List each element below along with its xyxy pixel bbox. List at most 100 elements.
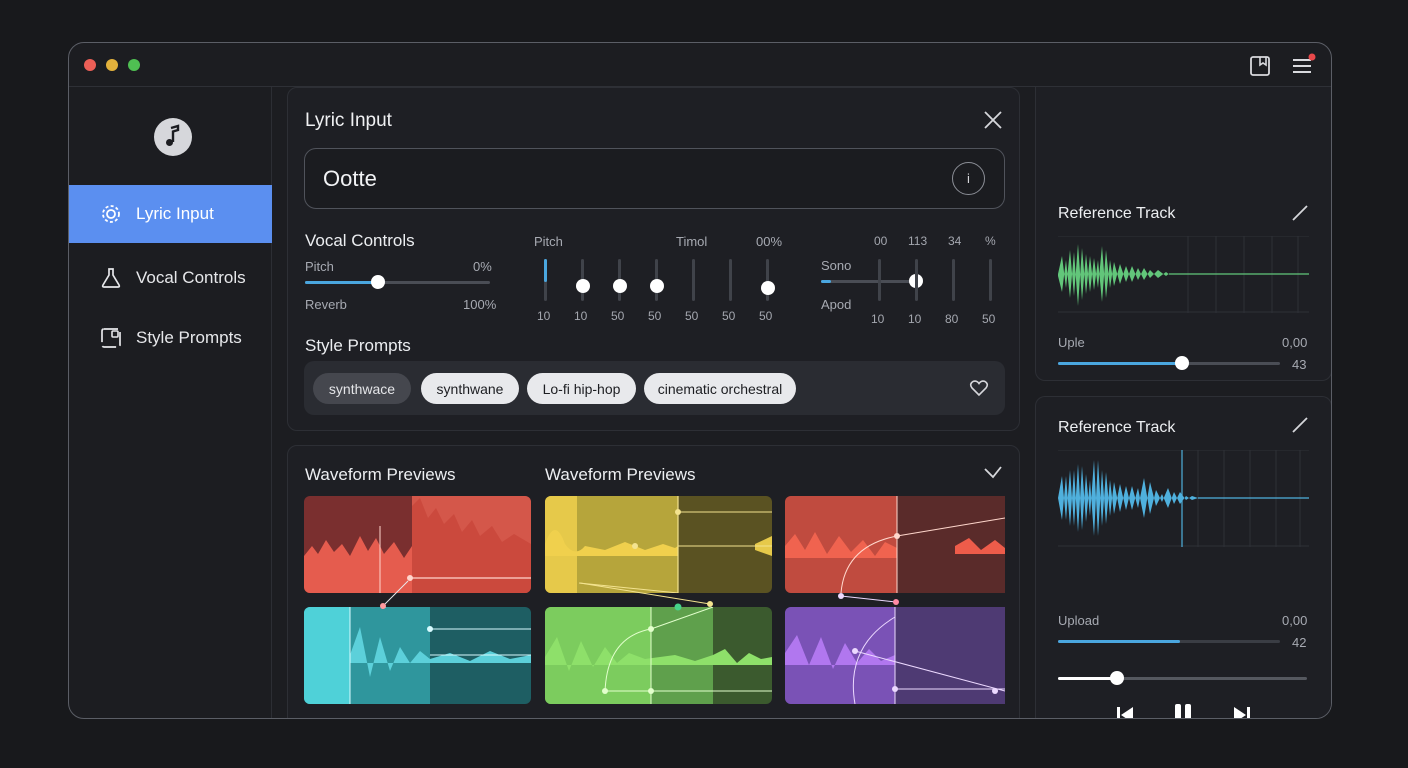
style-tag[interactable]: cinematic orchestral bbox=[644, 373, 796, 404]
mixer-value: 00% bbox=[756, 234, 783, 249]
previous-track-icon[interactable] bbox=[1114, 704, 1136, 719]
reference-waveform-green bbox=[1058, 236, 1309, 313]
sono-fader-value: 50 bbox=[982, 312, 996, 326]
waveform-title-left: Waveform Previews bbox=[305, 465, 456, 484]
lyric-input-field[interactable] bbox=[323, 163, 923, 195]
sidebar-item-style-prompts[interactable]: Style Prompts bbox=[69, 309, 272, 367]
sono-fader-value: 10 bbox=[871, 312, 885, 326]
sono-header-1: 00 bbox=[874, 234, 888, 248]
heart-icon[interactable] bbox=[969, 378, 989, 398]
mixer-fader[interactable] bbox=[729, 259, 732, 301]
pause-icon[interactable] bbox=[1171, 702, 1195, 719]
sidebar: Lyric Input Vocal Controls Style Prompts bbox=[69, 87, 272, 718]
layout-icon bbox=[101, 328, 121, 348]
upload-slider-label: Upload bbox=[1058, 613, 1100, 628]
gear-icon bbox=[102, 205, 120, 223]
notes-icon[interactable] bbox=[1247, 53, 1273, 79]
mixer-fader-value: 50 bbox=[722, 309, 736, 323]
sidebar-item-label: Style Prompts bbox=[136, 328, 242, 347]
mixer-timbre-label: Timol bbox=[676, 234, 708, 249]
close-window-button[interactable] bbox=[84, 59, 96, 71]
info-glyph: i bbox=[967, 171, 970, 186]
lyric-panel: Lyric Input i Vocal Controls Pitch 0% Re… bbox=[287, 87, 1020, 431]
mixer-fader[interactable] bbox=[692, 259, 695, 301]
reverb-value: 100% bbox=[463, 297, 497, 312]
waveform-panel: Waveform Previews Waveform Previews bbox=[287, 445, 1020, 718]
reference-track-panel-2: Reference Track Upload 0,00 42 bbox=[1035, 396, 1331, 719]
mixer-fader-knob[interactable] bbox=[575, 279, 590, 293]
style-tag[interactable]: Lo-fi hip-hop bbox=[527, 373, 636, 404]
reference-slider-label: Uple bbox=[1058, 335, 1085, 350]
mixer-fader[interactable] bbox=[544, 259, 547, 301]
mixer-fader-value: 10 bbox=[537, 309, 551, 323]
mixer-fader-fill bbox=[544, 259, 547, 282]
reference-track-panel-1: Reference Track Uple 0,00 43 bbox=[1035, 87, 1331, 381]
lyric-input-box: i bbox=[304, 148, 1005, 209]
playback-slider[interactable] bbox=[1058, 671, 1307, 685]
style-tags-bar: synthwace synthwane Lo-fi hip-hop cinema… bbox=[304, 361, 1005, 415]
sono-fader-value: 10 bbox=[908, 312, 922, 326]
sono-label: Sono bbox=[821, 258, 852, 273]
sidebar-item-lyric-input[interactable]: Lyric Input bbox=[69, 185, 272, 243]
playback-slider-fill bbox=[1058, 677, 1116, 680]
mixer-fader[interactable] bbox=[575, 259, 590, 301]
style-tag[interactable]: synthwane bbox=[421, 373, 519, 404]
pitch-value: 0% bbox=[473, 259, 492, 274]
lyric-input-title: Lyric Input bbox=[305, 110, 392, 131]
sono-fader[interactable] bbox=[878, 259, 881, 301]
waveform-card-cyan[interactable] bbox=[304, 607, 531, 704]
sidebar-item-label: Vocal Controls bbox=[136, 268, 246, 287]
reference-waveform-blue bbox=[1058, 450, 1309, 547]
reference-track-title: Reference Track bbox=[1058, 419, 1176, 436]
edit-icon[interactable] bbox=[1290, 203, 1310, 223]
upload-slider[interactable] bbox=[1058, 640, 1280, 643]
minimize-window-button[interactable] bbox=[106, 59, 118, 71]
reference-slider-value: 0,00 bbox=[1282, 335, 1308, 350]
mixer-fader-value: 50 bbox=[611, 309, 625, 323]
next-track-icon[interactable] bbox=[1231, 704, 1253, 719]
mixer-fader-value: 50 bbox=[759, 309, 773, 323]
maximize-window-button[interactable] bbox=[128, 59, 140, 71]
waveform-card-yellow[interactable] bbox=[545, 496, 772, 593]
apod-label: Apod bbox=[821, 297, 852, 312]
mixer-fader-value: 50 bbox=[685, 309, 699, 323]
reference-slider-1-knob[interactable] bbox=[1175, 356, 1189, 370]
sono-slider[interactable] bbox=[821, 274, 923, 288]
reference-track-title: Reference Track bbox=[1058, 205, 1176, 222]
sono-header-4: % bbox=[985, 234, 996, 248]
sidebar-item-vocal-controls[interactable]: Vocal Controls bbox=[69, 249, 272, 307]
pitch-slider[interactable] bbox=[305, 275, 490, 289]
sono-slider-fill bbox=[821, 280, 831, 283]
waveform-card-red[interactable] bbox=[304, 496, 531, 593]
style-prompts-title: Style Prompts bbox=[305, 336, 411, 355]
mixer-pitch-label: Pitch bbox=[534, 234, 563, 249]
flask-icon bbox=[101, 268, 121, 288]
playback-slider-knob[interactable] bbox=[1110, 671, 1124, 685]
close-icon[interactable] bbox=[982, 109, 1004, 131]
sono-fader[interactable] bbox=[989, 259, 992, 301]
mixer-fader[interactable] bbox=[649, 259, 664, 301]
mixer-fader-knob[interactable] bbox=[760, 281, 775, 295]
style-tag[interactable]: synthwace bbox=[313, 373, 411, 404]
mixer-fader-knob[interactable] bbox=[649, 279, 664, 293]
waveform-title-right: Waveform Previews bbox=[545, 465, 696, 484]
mixer-fader[interactable] bbox=[760, 259, 775, 301]
sono-fader[interactable] bbox=[952, 259, 955, 301]
reference-slider-1[interactable] bbox=[1058, 356, 1280, 370]
checkmark-icon[interactable] bbox=[982, 462, 1004, 482]
waveform-card-green[interactable] bbox=[545, 607, 772, 704]
sono-fader[interactable] bbox=[915, 259, 918, 301]
edit-icon[interactable] bbox=[1290, 415, 1310, 435]
info-icon[interactable]: i bbox=[952, 162, 985, 195]
app-window: Lyric Input Vocal Controls Style Prompts… bbox=[68, 42, 1332, 719]
mixer-fader-knob[interactable] bbox=[612, 279, 627, 293]
menu-icon[interactable] bbox=[1290, 53, 1316, 79]
music-note-icon bbox=[154, 118, 192, 156]
waveform-card-coral[interactable] bbox=[785, 496, 1012, 593]
pitch-slider-knob[interactable] bbox=[371, 275, 385, 289]
mixer-fader[interactable] bbox=[612, 259, 627, 301]
upload-slider-sub: 42 bbox=[1292, 635, 1307, 650]
waveform-card-purple[interactable] bbox=[785, 607, 1012, 704]
upload-slider-fill bbox=[1058, 640, 1180, 643]
reference-slider-sub: 43 bbox=[1292, 357, 1307, 372]
